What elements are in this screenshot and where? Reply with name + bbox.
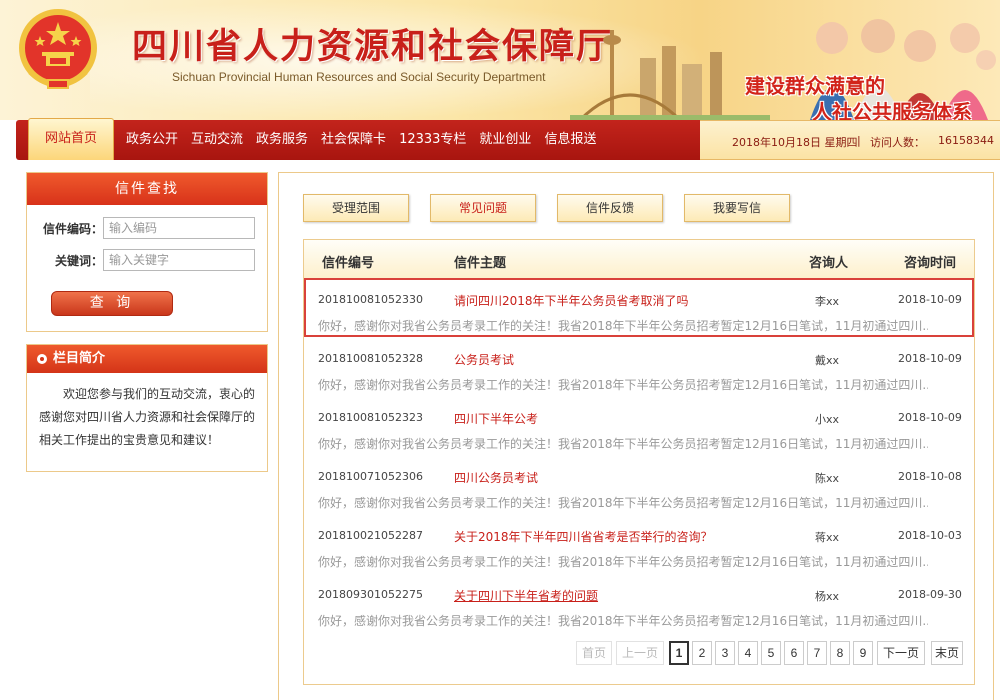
table-row[interactable]: 201810021052287 关于2018年下半年四川省省考是否举行的咨询？ … bbox=[304, 514, 974, 573]
table-row[interactable]: 201810081052330 请问四川2018年下半年公务员省考取消了吗 李x… bbox=[304, 278, 974, 337]
main-nav: 网站首页 政务公开 互动交流 政务服务 社会保障卡 12333专栏 就业创业 信… bbox=[16, 118, 1000, 160]
code-input[interactable] bbox=[103, 217, 255, 239]
letter-subject-link[interactable]: 四川下半年公考 bbox=[454, 410, 538, 427]
header-time: 咨询时间 bbox=[904, 256, 957, 271]
tab-faq[interactable]: 常见问题 bbox=[430, 194, 536, 222]
column-intro-title: 栏目简介 bbox=[53, 351, 106, 366]
nav-item-social-security-card[interactable]: 社会保障卡 bbox=[321, 120, 386, 160]
site-title: 四川省人力资源和社会保障厅 bbox=[132, 26, 614, 67]
letter-number: 201810081052323 bbox=[318, 411, 423, 424]
tab-feedback[interactable]: 信件反馈 bbox=[557, 194, 663, 222]
next-page-button[interactable]: 下一页 bbox=[877, 641, 925, 665]
nav-item-info-report[interactable]: 信息报送 bbox=[544, 120, 596, 160]
page-button-5[interactable]: 5 bbox=[761, 641, 781, 665]
slogan-line-2: 人社公共服务体系 bbox=[812, 100, 972, 120]
keyword-input[interactable] bbox=[103, 249, 255, 271]
nav-info-panel: 2018年10月18日 星期四 | 访问人数： 16158344 bbox=[700, 120, 1000, 160]
header-asker: 咨询人 bbox=[809, 256, 849, 271]
letter-search-title: 信件查找 bbox=[27, 173, 267, 205]
column-intro-header: 栏目简介 bbox=[27, 345, 267, 373]
page-button-2[interactable]: 2 bbox=[692, 641, 712, 665]
letter-asker: 蒋xx bbox=[815, 531, 840, 544]
table-row[interactable]: 201810081052328 公务员考试 戴xx 2018-10-09 你好，… bbox=[304, 337, 974, 396]
column-intro-box: 栏目简介 欢迎您参与我们的互动交流，衷心的感谢您对四川省人力资源和社会保障厅的相… bbox=[26, 344, 268, 472]
city-skyline-icon bbox=[570, 30, 770, 120]
letter-snippet: 你好，感谢你对我省公务员考录工作的关注！我省2018年下半年公务员招考暂定12月… bbox=[318, 319, 928, 333]
letter-asker: 小xx bbox=[815, 413, 840, 426]
letter-subject-link[interactable]: 四川公务员考试 bbox=[454, 469, 538, 486]
letter-time: 2018-10-08 bbox=[898, 470, 962, 483]
letter-time: 2018-10-09 bbox=[898, 293, 962, 306]
tab-scope[interactable]: 受理范围 bbox=[303, 194, 409, 222]
keyword-row: 关键词： bbox=[37, 249, 255, 271]
current-date: 2018年10月18日 星期四 bbox=[732, 136, 858, 149]
nav-item-gov-affairs[interactable]: 政务公开 bbox=[126, 120, 178, 160]
site-subtitle: Sichuan Provincial Human Resources and S… bbox=[172, 70, 546, 84]
national-emblem-icon[interactable] bbox=[16, 6, 100, 96]
letter-subject-link[interactable]: 关于2018年下半年四川省省考是否举行的咨询？ bbox=[454, 528, 713, 545]
column-intro-text: 欢迎您参与我们的互动交流，衷心的感谢您对四川省人力资源和社会保障厅的相关工作提出… bbox=[39, 387, 256, 447]
nav-home-tab[interactable]: 网站首页 bbox=[28, 118, 114, 160]
page-button-9[interactable]: 9 bbox=[853, 641, 873, 665]
code-row: 信件编码： bbox=[37, 217, 255, 239]
letter-time: 2018-10-03 bbox=[898, 529, 962, 542]
slogan-line-1: 建设群众满意的 bbox=[745, 74, 885, 98]
letter-number: 201810081052328 bbox=[318, 352, 423, 365]
header-number: 信件编号 bbox=[322, 256, 375, 271]
letter-time: 2018-10-09 bbox=[898, 352, 962, 365]
nav-item-employment[interactable]: 就业创业 bbox=[479, 120, 531, 160]
letter-asker: 戴xx bbox=[815, 354, 840, 367]
letter-asker: 陈xx bbox=[815, 472, 840, 485]
gear-icon bbox=[37, 354, 47, 364]
letter-time: 2018-10-09 bbox=[898, 411, 962, 424]
letter-number: 201810071052306 bbox=[318, 470, 423, 483]
page-button-3[interactable]: 3 bbox=[715, 641, 735, 665]
page-button-6[interactable]: 6 bbox=[784, 641, 804, 665]
letter-asker: 李xx bbox=[815, 295, 840, 308]
nav-item-gov-services[interactable]: 政务服务 bbox=[256, 120, 308, 160]
main-panel: 受理范围 常见问题 信件反馈 我要写信 信件编号 信件主题 咨询人 咨询时间 2… bbox=[278, 172, 994, 700]
letter-number: 201809301052275 bbox=[318, 588, 423, 601]
query-button[interactable]: 查 询 bbox=[51, 291, 173, 316]
letter-snippet: 你好，感谢你对我省公务员考录工作的关注！我省2018年下半年公务员招考暂定12月… bbox=[318, 555, 928, 569]
prev-page-button[interactable]: 上一页 bbox=[616, 641, 664, 665]
tab-write-letter[interactable]: 我要写信 bbox=[684, 194, 790, 222]
table-row[interactable]: 201810071052306 四川公务员考试 陈xx 2018-10-08 你… bbox=[304, 455, 974, 514]
header-subject: 信件主题 bbox=[454, 256, 507, 271]
first-page-button[interactable]: 首页 bbox=[576, 641, 612, 665]
page-button-4[interactable]: 4 bbox=[738, 641, 758, 665]
letter-snippet: 你好，感谢你对我省公务员考录工作的关注！我省2018年下半年公务员招考暂定12月… bbox=[318, 437, 928, 451]
nav-item-12333[interactable]: 12333专栏 bbox=[399, 120, 466, 160]
letter-number: 201810021052287 bbox=[318, 529, 423, 542]
page-button-1[interactable]: 1 bbox=[669, 641, 689, 665]
letter-list: 信件编号 信件主题 咨询人 咨询时间 201810081052330 请问四川2… bbox=[303, 239, 975, 685]
nav-item-interaction[interactable]: 互动交流 bbox=[191, 120, 243, 160]
letter-snippet: 你好，感谢你对我省公务员考录工作的关注！我省2018年下半年公务员招考暂定12月… bbox=[318, 496, 928, 510]
letter-snippet: 你好，感谢你对我省公务员考录工作的关注！我省2018年下半年公务员招考暂定12月… bbox=[318, 614, 928, 628]
page-button-7[interactable]: 7 bbox=[807, 641, 827, 665]
code-label: 信件编码： bbox=[42, 221, 103, 236]
table-row[interactable]: 201809301052275 关于四川下半年省考的问题 杨xx 2018-09… bbox=[304, 573, 974, 632]
keyword-label: 关键词： bbox=[54, 253, 103, 268]
letter-snippet: 你好，感谢你对我省公务员考录工作的关注！我省2018年下半年公务员招考暂定12月… bbox=[318, 378, 928, 392]
letter-number: 201810081052330 bbox=[318, 293, 423, 306]
letter-subject-link[interactable]: 公务员考试 bbox=[454, 351, 514, 368]
nav-items: 政务公开 互动交流 政务服务 社会保障卡 12333专栏 就业创业 信息报送 bbox=[126, 120, 609, 160]
letter-search-box: 信件查找 信件编码： 关键词： 查 询 bbox=[26, 172, 268, 332]
letter-time: 2018-09-30 bbox=[898, 588, 962, 601]
info-separator: | bbox=[857, 134, 861, 147]
header-banner: 四川省人力资源和社会保障厅 Sichuan Provincial Human R… bbox=[0, 0, 1000, 120]
visitor-count-label: 访问人数： bbox=[870, 136, 925, 149]
letter-subject-link[interactable]: 请问四川2018年下半年公务员省考取消了吗 bbox=[454, 292, 689, 309]
visitor-count: 16158344 bbox=[938, 134, 994, 147]
table-row[interactable]: 201810081052323 四川下半年公考 小xx 2018-10-09 你… bbox=[304, 396, 974, 455]
letter-asker: 杨xx bbox=[815, 590, 840, 603]
last-page-button[interactable]: 末页 bbox=[931, 641, 963, 665]
letter-subject-link[interactable]: 关于四川下半年省考的问题 bbox=[454, 587, 598, 604]
page-button-8[interactable]: 8 bbox=[830, 641, 850, 665]
list-header: 信件编号 信件主题 咨询人 咨询时间 bbox=[304, 240, 974, 278]
